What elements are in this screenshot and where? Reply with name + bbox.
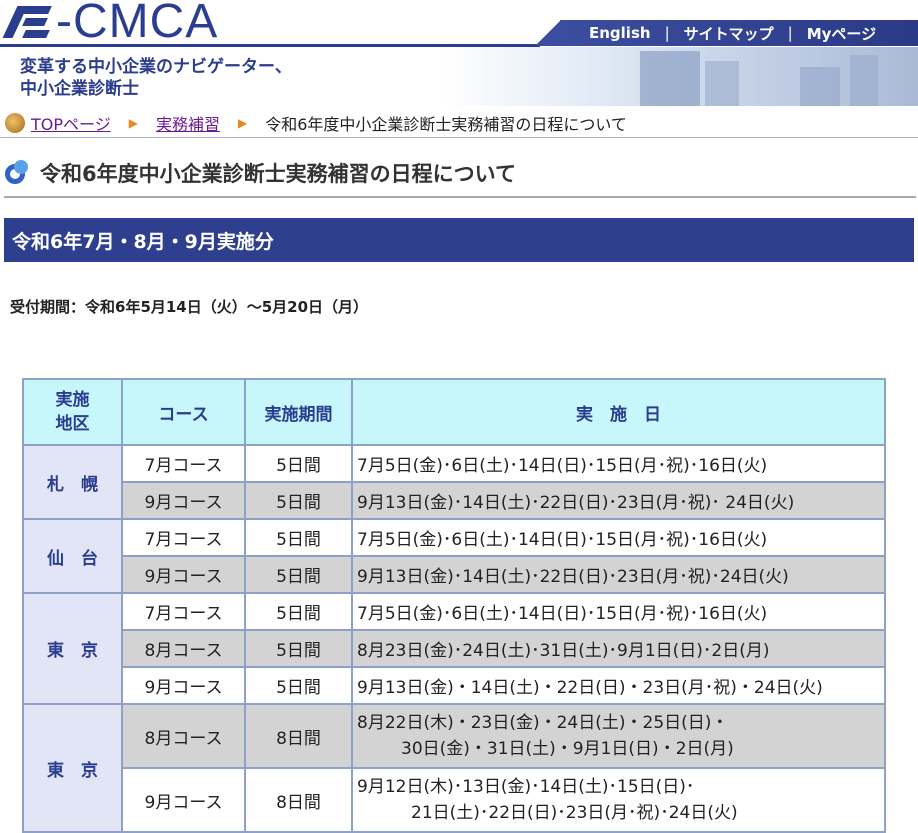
- course-cell: 8月コース: [121, 629, 246, 668]
- region-cell: 東 京: [22, 703, 123, 833]
- header-dates: 実 施 日: [351, 378, 886, 446]
- course-cell: 9月コース: [121, 767, 246, 833]
- dates-line: 21日(土)･22日(日)･23日(月･祝)･24日(火): [411, 803, 738, 823]
- nav-sitemap-link[interactable]: サイトマップ: [670, 23, 788, 44]
- title-bullet-icon: [4, 158, 34, 188]
- header-course: コース: [121, 378, 246, 446]
- region-cell: 仙 台: [22, 518, 123, 594]
- breadcrumb-arrow-icon: ▶: [128, 116, 138, 130]
- period-cell: 5日間: [244, 629, 353, 668]
- dates-cell: 9月12日(木)･13日(金)･14日(土)･15日(日)･ 21日(土)･22…: [351, 767, 886, 833]
- table-row: 仙 台 7月コース 5日間 7月5日(金)･6日(土)･14日(日)･15日(月…: [22, 518, 886, 594]
- table-row: 東 京 7月コース 5日間 7月5日(金)･6日(土)･14日(日)･15日(月…: [22, 592, 886, 705]
- dates-cell: 9月13日(金)･14日(土)･22日(日)･23日(月･祝)･24日(火): [351, 555, 886, 594]
- header-period: 実施期間: [244, 378, 353, 446]
- period-cell: 5日間: [244, 518, 353, 557]
- table-row: 8月コース 5日間 8月23日(金)･24日(土)･31日(土)･9月1日(日)…: [23, 629, 886, 668]
- table-row: 9月コース 5日間 9月13日(金)･14日(土)･22日(日)･23日(月･祝…: [23, 481, 886, 520]
- period-cell: 8日間: [244, 703, 353, 769]
- dates-line: 30日(金)・31日(土)・9月1日(日)・2日(月): [401, 739, 734, 759]
- table-row: 9月コース 8日間 9月12日(木)･13日(金)･14日(土)･15日(日)･…: [23, 767, 886, 833]
- dates-cell: 9月13日(金)・14日(土)・22日(日)・23日(月･祝)・24日(火): [351, 666, 886, 705]
- nav-mypage-link[interactable]: Myページ: [793, 23, 890, 44]
- breadcrumb-practice-link[interactable]: 実務補習: [156, 111, 220, 135]
- dates-cell: 9月13日(金)･14日(土)･22日(日)･23日(月･祝)･ 24日(火): [351, 481, 886, 520]
- dates-line: 9月12日(木)･13日(金)･14日(土)･15日(日)･: [357, 777, 695, 797]
- logo-underline: [0, 44, 540, 47]
- header-nav: English | サイトマップ | Myページ: [575, 20, 890, 46]
- period-cell: 5日間: [244, 592, 353, 631]
- nav-english-link[interactable]: English: [575, 24, 665, 42]
- period-cell: 5日間: [244, 555, 353, 594]
- region-cell: 札 幌: [22, 444, 123, 520]
- period-cell: 8日間: [244, 767, 353, 833]
- tagline-line2: 中小企業診断士: [20, 79, 139, 99]
- region-cell: 東 京: [22, 592, 123, 705]
- dates-cell: 8月22日(木)・23日(金)・24日(土)・25日(日)・ 30日(金)・31…: [351, 703, 886, 769]
- period-cell: 5日間: [244, 481, 353, 520]
- table-row: 東 京 8月コース 8日間 8月22日(木)・23日(金)・24日(土)・25日…: [22, 703, 886, 833]
- schedule-table: 実施 地区 コース 実施期間 実 施 日 札 幌 7月コース 5日間 7月5日(…: [22, 378, 886, 833]
- breadcrumb-top-link[interactable]: TOPページ: [31, 111, 111, 135]
- period-cell: 5日間: [244, 666, 353, 705]
- course-cell: 7月コース: [121, 518, 246, 557]
- home-icon: [5, 113, 25, 133]
- page-title-row: 令和6年度中小企業診断士実務補習の日程について: [4, 150, 916, 198]
- dates-line: 8月22日(木)・23日(金)・24日(土)・25日(日)・: [357, 713, 729, 733]
- course-cell: 8月コース: [121, 703, 246, 769]
- reception-period: 受付期間：令和6年5月14日（火）～5月20日（月）: [10, 298, 369, 316]
- site-header: -CMCA English | サイトマップ | Myページ 変革する中小企業の…: [0, 0, 918, 106]
- table-row: 札 幌 7月コース 5日間 7月5日(金)･6日(土)･14日(日)･15日(月…: [22, 444, 886, 520]
- table-row: 9月コース 5日間 9月13日(金)･14日(土)･22日(日)･23日(月･祝…: [23, 555, 886, 594]
- course-cell: 7月コース: [121, 592, 246, 631]
- course-cell: 7月コース: [121, 444, 246, 483]
- breadcrumb-arrow-icon: ▶: [237, 116, 248, 130]
- breadcrumb: TOPページ ▶ 実務補習 ▶ 令和6年度中小企業診断士実務補習の日程について: [0, 109, 918, 138]
- dates-cell: 7月5日(金)･6日(土)･14日(日)･15日(月･祝)･16日(火): [351, 592, 886, 631]
- course-cell: 9月コース: [121, 666, 246, 705]
- logo-mark-icon: [0, 2, 54, 42]
- dates-cell: 8月23日(金)･24日(土)･31日(土)･9月1日(日)･2日(月): [351, 629, 886, 668]
- site-logo[interactable]: -CMCA: [0, 0, 219, 48]
- dates-cell: 7月5日(金)･6日(土)･14日(日)･15日(月･祝)･16日(火): [351, 518, 886, 557]
- page-title: 令和6年度中小企業診断士実務補習の日程について: [40, 162, 516, 186]
- section-heading: 令和6年7月・8月・9月実施分: [4, 218, 914, 262]
- site-tagline: 変革する中小企業のナビゲーター、 中小企業診断士: [20, 56, 292, 100]
- tagline-line1: 変革する中小企業のナビゲーター、: [20, 57, 292, 77]
- course-cell: 9月コース: [121, 555, 246, 594]
- logo-text: -CMCA: [56, 0, 219, 48]
- period-cell: 5日間: [244, 444, 353, 483]
- course-cell: 9月コース: [121, 481, 246, 520]
- header-region: 実施 地区: [22, 378, 123, 446]
- table-row: 9月コース 5日間 9月13日(金)・14日(土)・22日(日)・23日(月･祝…: [23, 666, 886, 705]
- breadcrumb-current: 令和6年度中小企業診断士実務補習の日程について: [265, 115, 627, 134]
- table-header-row: 実施 地区 コース 実施期間 実 施 日: [22, 378, 886, 446]
- dates-cell: 7月5日(金)･6日(土)･14日(日)･15日(月･祝)･16日(火): [351, 444, 886, 483]
